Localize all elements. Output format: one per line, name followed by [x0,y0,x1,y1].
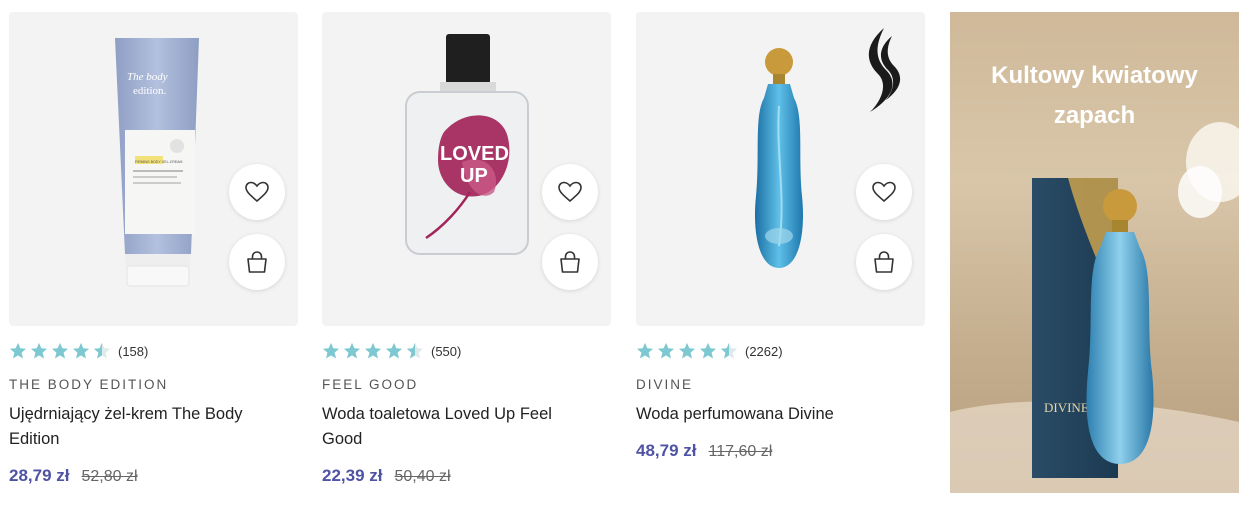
promo-box-text: DIVINE [1044,400,1089,415]
add-to-cart-button[interactable] [856,234,912,290]
promo-title-line2: zapach [1053,102,1136,129]
heart-icon [558,181,582,203]
product-image[interactable] [636,12,925,326]
product-card[interactable]: (2262) DIVINE Woda perfumowana Divine 48… [636,12,925,460]
price-row: 22,39 zł 50,40 zł [322,466,451,486]
divine-bottle-image [754,48,804,268]
half-star-icon [720,342,738,359]
old-price: 117,60 zł [708,443,773,460]
shopping-bag-icon [874,251,894,273]
product-rating: (2262) [636,342,783,360]
promo-title-line1: Kultowy kwiatowy [991,62,1198,89]
rating-stars [322,342,427,360]
star-icon [72,342,90,359]
star-icon [657,342,675,359]
star-icon [699,342,717,359]
product-name[interactable]: Woda toaletowa Loved Up Feel Good [322,402,592,452]
add-to-wishlist-button[interactable] [229,164,285,220]
promo-title: Kultowy kwiatowy zapach [950,56,1239,136]
body-gel-tube-image: The body edition. FIRMING BODY GEL-CREAM [115,38,199,287]
star-icon [51,342,69,359]
add-to-cart-button[interactable] [229,234,285,290]
add-to-wishlist-button[interactable] [856,164,912,220]
half-star-icon [406,342,424,359]
price-row: 28,79 zł 52,80 zł [9,466,138,486]
product-rating: (158) [9,342,148,360]
current-price: 48,79 zł [636,441,697,460]
product-brand[interactable]: DIVINE [636,377,693,392]
tube-brand-text-2: edition. [133,85,167,97]
star-icon [364,342,382,359]
promo-banner[interactable]: DIVINE Kultowy kwiatowy zapach [950,12,1239,493]
product-brand[interactable]: THE BODY EDITION [9,377,168,392]
bottle-text-line1: LOVED [440,143,509,165]
product-card[interactable]: LOVED UP (550) FEEL GOOD Woda toaletowa … [322,12,611,485]
star-icon [385,342,403,359]
product-brand[interactable]: FEEL GOOD [322,377,418,392]
shopping-bag-icon [560,251,580,273]
star-icon [30,342,48,359]
heart-icon [245,181,269,203]
rating-count: (158) [118,343,149,359]
rating-count: (550) [431,343,462,359]
old-price: 52,80 zł [81,468,138,485]
rating-count: (2262) [745,343,783,359]
rating-stars [636,342,741,360]
product-image[interactable]: LOVED UP [322,12,611,326]
product-card[interactable]: The body edition. FIRMING BODY GEL-CREAM… [9,12,298,485]
shopping-bag-icon [247,251,267,273]
heart-icon [872,181,896,203]
tube-label-text: FIRMING BODY GEL-CREAM [135,160,182,164]
star-icon [343,342,361,359]
star-icon [322,342,340,359]
current-price: 22,39 zł [322,466,383,485]
current-price: 28,79 zł [9,466,70,485]
old-price: 50,40 zł [394,468,451,485]
product-name[interactable]: Woda perfumowana Divine [636,402,906,427]
product-rating: (550) [322,342,461,360]
price-row: 48,79 zł 117,60 zł [636,441,772,461]
star-icon [636,342,654,359]
tube-brand-text: The body [127,71,168,83]
product-name[interactable]: Ujędrniający żel-krem The Body Edition [9,402,279,452]
loved-up-bottle-image: LOVED UP [405,34,529,255]
rating-stars [9,342,114,360]
star-icon [678,342,696,359]
half-star-icon [93,342,111,359]
bottle-text-line2: UP [460,165,488,187]
star-icon [9,342,27,359]
add-to-cart-button[interactable] [542,234,598,290]
product-image[interactable]: The body edition. FIRMING BODY GEL-CREAM [9,12,298,326]
add-to-wishlist-button[interactable] [542,164,598,220]
divine-logo-icon [868,28,901,112]
